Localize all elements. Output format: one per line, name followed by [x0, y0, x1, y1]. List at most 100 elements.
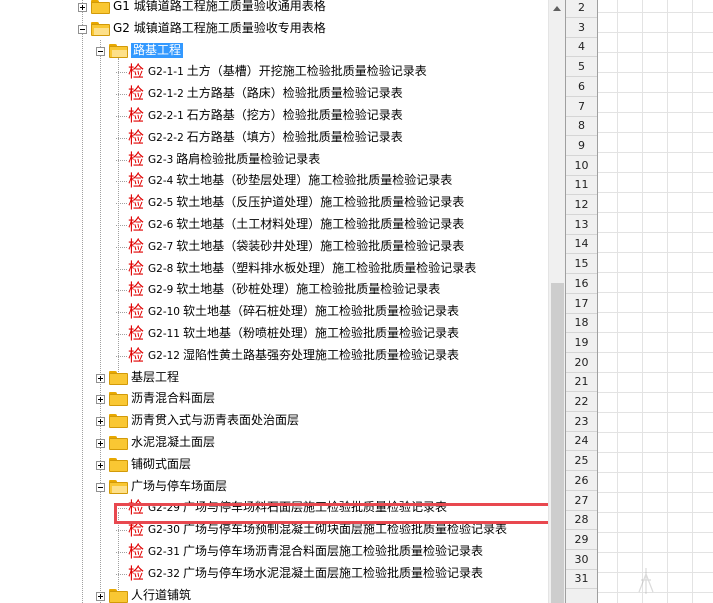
tree-node-folder[interactable]: 沥青贯入式与沥青表面处治面层 [0, 410, 548, 432]
tree-item-form[interactable]: 检 G2-12 湿陷性黄土路基强夯处理施工检验批质量检验记录表 [0, 345, 548, 367]
tree-node-folder[interactable]: 基层工程 [0, 367, 548, 389]
tree-item-form[interactable]: 检 G2-5 软土地基（反压护道处理）施工检验批质量检验记录表 [0, 192, 548, 214]
tree-item-form[interactable]: 检 G2-4 软土地基（砂垫层处理）施工检验批质量检验记录表 [0, 170, 548, 192]
inspection-form-icon: 检 [128, 62, 145, 82]
form-label: G2-7 软土地基（袋装砂井处理）施工检验批质量检验记录表 [148, 239, 464, 255]
form-title: 软土地基（塑料排水板处理）施工检验批质量检验记录表 [176, 260, 477, 275]
row-header[interactable]: 2 [566, 0, 597, 18]
tree-node-folder[interactable]: 沥青混合料面层 [0, 388, 548, 410]
tree-item-form[interactable]: 检 G2-3 路肩检验批质量检验记录表 [0, 149, 548, 171]
row-header[interactable]: 22 [566, 392, 597, 412]
spreadsheet-grid[interactable] [598, 0, 713, 603]
open-folder-icon [91, 21, 111, 36]
row-header[interactable]: 27 [566, 491, 597, 511]
watermark-logo-icon [638, 568, 654, 594]
row-header[interactable]: 8 [566, 116, 597, 137]
row-header[interactable]: 7 [566, 97, 597, 117]
form-title: 石方路基（挖方）检验批质量检验记录表 [186, 108, 403, 122]
tree-item-form[interactable]: 检 G2-31 广场与停车场沥青混合料面层施工检验批质量检验记录表 [0, 541, 548, 563]
form-code: G2-3 [148, 153, 174, 166]
tree-item-form[interactable]: 检 G2-1-2 土方路基（路床）检验批质量检验记录表 [0, 83, 548, 105]
row-header[interactable]: 23 [566, 412, 597, 432]
row-header[interactable]: 5 [566, 57, 597, 78]
inspection-form-icon: 检 [128, 236, 145, 256]
row-header[interactable]: 30 [566, 550, 597, 570]
row-header[interactable]: 11 [566, 175, 597, 196]
row-header[interactable]: 3 [566, 18, 597, 38]
row-header[interactable]: 31 [566, 569, 597, 590]
expand-toggle-icon[interactable] [96, 460, 105, 470]
row-header[interactable]: 29 [566, 530, 597, 550]
tree-node-subgrade[interactable]: 路基工程 [0, 40, 548, 62]
expand-toggle-icon[interactable] [96, 591, 105, 601]
row-header[interactable]: 19 [566, 333, 597, 353]
row-header[interactable]: 4 [566, 37, 597, 58]
expand-toggle-icon[interactable] [96, 395, 105, 405]
scrollbar-thumb[interactable] [551, 283, 564, 603]
row-header[interactable]: 12 [566, 195, 597, 215]
tree-node-g2[interactable]: G2 城镇道路工程施工质量验收专用表格 [0, 18, 548, 40]
expand-toggle-icon[interactable] [96, 417, 105, 427]
folder-icon [109, 392, 129, 407]
form-label: G2-2-1 石方路基（挖方）检验批质量检验记录表 [148, 108, 403, 124]
form-label: G2-1-1 土方（基槽）开挖施工检验批质量检验记录表 [148, 64, 427, 80]
row-header[interactable]: 16 [566, 274, 597, 294]
row-header[interactable]: 9 [566, 136, 597, 156]
form-code: G2-2-1 [148, 110, 184, 122]
tree-node-plaza[interactable]: 广场与停车场面层 [0, 476, 548, 498]
open-folder-icon [109, 479, 129, 494]
row-header[interactable]: 20 [566, 353, 597, 373]
collapse-toggle-icon[interactable] [96, 46, 105, 56]
form-code: G2-1-2 [148, 88, 184, 101]
form-title: 软土地基（砂桩处理）施工检验批质量检验记录表 [176, 282, 441, 297]
tree-item-form[interactable]: 检 G2-2-2 石方路基（填方）检验批质量检验记录表 [0, 127, 548, 149]
expand-toggle-icon[interactable] [96, 439, 105, 448]
form-label: G2-10 软土地基（碎石桩处理）施工检验批质量检验记录表 [148, 304, 459, 320]
form-label: G2-6 软土地基（土工材料处理）施工检验批质量检验记录表 [148, 217, 464, 233]
form-label: G2-2-2 石方路基（填方）检验批质量检验记录表 [148, 130, 403, 146]
inspection-form-icon: 检 [128, 127, 145, 147]
tree-item-form[interactable]: 检 G2-32 广场与停车场水泥混凝土面层施工检验批质量检验记录表 [0, 563, 548, 585]
form-label: G2-9 软土地基（砂桩处理）施工检验批质量检验记录表 [148, 282, 440, 298]
form-code: G2-10 [148, 306, 180, 319]
open-folder-icon [109, 43, 129, 58]
tree-item-form[interactable]: 检 G2-7 软土地基（袋装砂井处理）施工检验批质量检验记录表 [0, 236, 548, 258]
row-header[interactable]: 26 [566, 471, 597, 491]
row-header[interactable]: 21 [566, 372, 597, 393]
expand-toggle-icon[interactable] [96, 373, 105, 383]
tree-item-form[interactable]: 检 G2-2-1 石方路基（挖方）检验批质量检验记录表 [0, 105, 548, 127]
tree-item-form[interactable]: 检 G2-6 软土地基（土工材料处理）施工检验批质量检验记录表 [0, 214, 548, 236]
row-header[interactable]: 28 [566, 510, 597, 531]
folder-label: 沥青贯入式与沥青表面处治面层 [131, 413, 300, 428]
tree-item-form[interactable]: 检 G2-8 软土地基（塑料排水板处理）施工检验批质量检验记录表 [0, 258, 548, 280]
form-label: G2-4 软土地基（砂垫层处理）施工检验批质量检验记录表 [148, 173, 452, 189]
row-header[interactable]: 15 [566, 254, 597, 275]
tree-node-folder[interactable]: 水泥混凝土面层 [0, 432, 548, 454]
form-label: G2-32 广场与停车场水泥混凝土面层施工检验批质量检验记录表 [148, 566, 483, 582]
form-title: 湿陷性黄土路基强夯处理施工检验批质量检验记录表 [182, 347, 459, 362]
row-header[interactable]: 18 [566, 313, 597, 334]
row-header[interactable]: 10 [566, 156, 597, 176]
tree-item-form[interactable]: 检 G2-1-1 土方（基槽）开挖施工检验批质量检验记录表 [0, 61, 548, 83]
tree-node-folder[interactable]: 铺砌式面层 [0, 454, 548, 476]
form-label: G2-5 软土地基（反压护道处理）施工检验批质量检验记录表 [148, 195, 464, 211]
row-header[interactable]: 14 [566, 234, 597, 255]
row-header[interactable]: 13 [566, 215, 597, 235]
row-header[interactable]: 17 [566, 294, 597, 314]
tree-node-sidewalk[interactable]: 人行道铺筑 [0, 585, 548, 603]
tree-node-g1[interactable]: G1 城镇道路工程施工质量验收通用表格 [0, 0, 548, 18]
form-title: 路肩检验批质量检验记录表 [176, 151, 321, 166]
row-header[interactable]: 25 [566, 451, 597, 472]
folder-label: 广场与停车场面层 [131, 478, 228, 493]
collapse-toggle-icon[interactable] [78, 24, 87, 34]
tree-item-form[interactable]: 检 G2-9 软土地基（砂桩处理）施工检验批质量检验记录表 [0, 279, 548, 301]
row-header[interactable]: 24 [566, 431, 597, 452]
tree-item-form[interactable]: 检 G2-11 软土地基（粉喷桩处理）施工检验批质量检验记录表 [0, 323, 548, 345]
scroll-up-arrow-icon[interactable] [549, 0, 566, 17]
expand-toggle-icon[interactable] [78, 3, 87, 12]
tree-item-form[interactable]: 检 G2-10 软土地基（碎石桩处理）施工检验批质量检验记录表 [0, 301, 548, 323]
inspection-form-icon: 检 [128, 84, 145, 104]
collapse-toggle-icon[interactable] [96, 482, 105, 492]
tree-vertical-scrollbar[interactable] [548, 0, 566, 603]
row-header[interactable]: 6 [566, 77, 597, 97]
